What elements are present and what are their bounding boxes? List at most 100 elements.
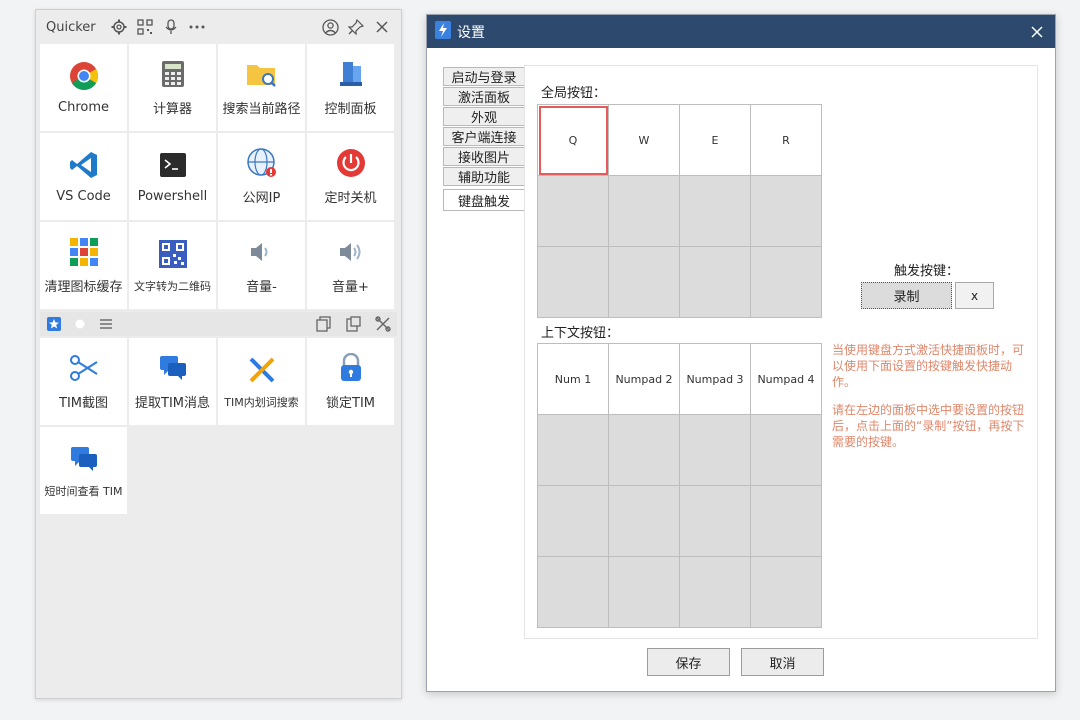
global-key-slot[interactable] [751,176,822,247]
lightning-icon [435,20,451,43]
tile-label: 清理图标缓存 [44,280,123,295]
volume-down-icon [246,236,278,268]
folder-search-icon [246,58,278,90]
context-toolbar [40,312,397,336]
tab-keyboard-trigger[interactable]: 键盘触发 [443,189,525,211]
global-key-slot[interactable] [680,247,751,318]
clear-key-button[interactable]: x [955,282,994,309]
cancel-button[interactable]: 取消 [741,648,824,676]
tile-control-panel[interactable]: 控制面板 [307,44,394,131]
close-icon[interactable] [1027,22,1047,42]
global-key-slot[interactable] [609,247,680,318]
tab-receive-images[interactable]: 接收图片 [443,147,525,166]
gear-icon[interactable] [110,18,128,36]
microphone-icon[interactable] [162,18,180,36]
context-buttons-label: 上下文按钮： [541,326,620,341]
power-icon [335,147,367,179]
context-key-slot[interactable]: Numpad 3 [680,344,751,415]
context-key-slot[interactable] [680,415,751,486]
context-key-slot[interactable] [751,415,822,486]
quicker-top-grid: Chrome 计算器 搜索当前路径 控制面板 VS Code Powershel… [36,44,401,309]
global-key-slot[interactable]: E [680,105,751,176]
context-key-slot[interactable] [609,415,680,486]
global-key-slot[interactable] [538,247,609,318]
tile-tim-word-search[interactable]: TIM内划词搜索 [218,338,305,425]
globe-icon [246,147,278,179]
context-key-slot[interactable]: Numpad 2 [609,344,680,415]
global-key-slot[interactable] [751,247,822,318]
tile-label: TIM截图 [59,396,108,411]
volume-up-icon [335,236,367,268]
copy-icon[interactable] [315,316,331,332]
hint-text: 请在左边的面板中选中要设置的按钮后，点击上面的“录制”按钮，再按下需要的按键。 [832,403,1025,449]
tab-appearance[interactable]: 外观 [443,107,525,126]
context-key-slot[interactable] [609,486,680,557]
list-icon[interactable] [98,316,114,332]
user-icon[interactable] [321,18,339,36]
tab-activate-panel[interactable]: 激活面板 [443,87,525,106]
tile-label: 音量- [246,280,277,295]
tile-label: 公网IP [242,191,281,206]
lock-icon [335,352,367,384]
context-key-grid: Num 1 Numpad 2 Numpad 3 Numpad 4 [537,343,822,628]
tile-public-ip[interactable]: 公网IP [218,133,305,220]
tile-powershell[interactable]: Powershell [129,133,216,220]
tile-timed-shutdown[interactable]: 定时关机 [307,133,394,220]
context-key-slot[interactable] [538,486,609,557]
pin-icon[interactable] [347,18,365,36]
tile-volume-down[interactable]: 音量- [218,222,305,309]
tab-startup-login[interactable]: 启动与登录 [443,67,525,86]
context-key-slot[interactable] [680,557,751,628]
context-key-slot[interactable] [751,486,822,557]
context-key-slot[interactable] [609,557,680,628]
tile-calculator[interactable]: 计算器 [129,44,216,131]
tile-lock-tim[interactable]: 锁定TIM [307,338,394,425]
context-key-slot[interactable]: Num 1 [538,344,609,415]
context-key-slot[interactable] [538,415,609,486]
context-key-slot[interactable]: Numpad 4 [751,344,822,415]
chat-icon [157,352,189,384]
global-key-slot[interactable]: R [751,105,822,176]
context-key-slot[interactable] [538,557,609,628]
tile-label: 控制面板 [324,102,377,117]
pencil-icon [246,354,278,386]
tile-search-current-path[interactable]: 搜索当前路径 [218,44,305,131]
close-icon[interactable] [373,18,391,36]
tab-client-connection[interactable]: 客户端连接 [443,127,525,146]
tile-volume-up[interactable]: 音量+ [307,222,394,309]
global-key-slot[interactable]: Q [538,105,609,176]
save-button[interactable]: 保存 [647,648,730,676]
global-key-slot[interactable] [680,176,751,247]
context-key-slot[interactable] [680,486,751,557]
tile-label: 定时关机 [324,191,377,206]
dialog-titlebar: 设置 [427,15,1055,48]
tile-extract-tim-message[interactable]: 提取TIM消息 [129,338,216,425]
paste-icon[interactable] [345,316,361,332]
tools-icon[interactable] [375,316,391,332]
global-key-slot[interactable] [538,176,609,247]
global-key-slot[interactable]: W [609,105,680,176]
record-button[interactable]: 录制 [861,282,952,309]
global-buttons-label: 全局按钮： [541,86,607,101]
control-panel-icon [335,58,367,90]
context-key-slot[interactable] [751,557,822,628]
star-badge-icon[interactable] [46,316,62,332]
tile-label: Chrome [58,100,109,115]
tile-tim-screenshot[interactable]: TIM截图 [40,338,127,425]
tile-label: TIM内划词搜索 [224,395,299,409]
tile-text-to-qrcode[interactable]: 文字转为二维码 [129,222,216,309]
more-icon[interactable] [188,18,206,36]
settings-dialog: 设置 启动与登录 激活面板 外观 客户端连接 接收图片 辅助功能 键盘触发 全局… [426,14,1056,692]
tile-vscode[interactable]: VS Code [40,133,127,220]
tile-quick-view-tim[interactable]: 短时间查看 TIM [40,427,127,514]
qrcode-icon[interactable] [136,18,154,36]
tab-accessibility[interactable]: 辅助功能 [443,167,525,186]
tile-label: 音量+ [332,280,369,295]
qrcode-icon [157,238,189,270]
global-key-slot[interactable] [609,176,680,247]
tile-chrome[interactable]: Chrome [40,44,127,131]
keyboard-trigger-pane: 全局按钮： QWER 上下文按钮： Num 1 Numpad 2 Numpad 3N… [524,65,1038,639]
vscode-icon [68,149,100,181]
tile-clear-icon-cache[interactable]: 清理图标缓存 [40,222,127,309]
powershell-icon [157,149,189,181]
